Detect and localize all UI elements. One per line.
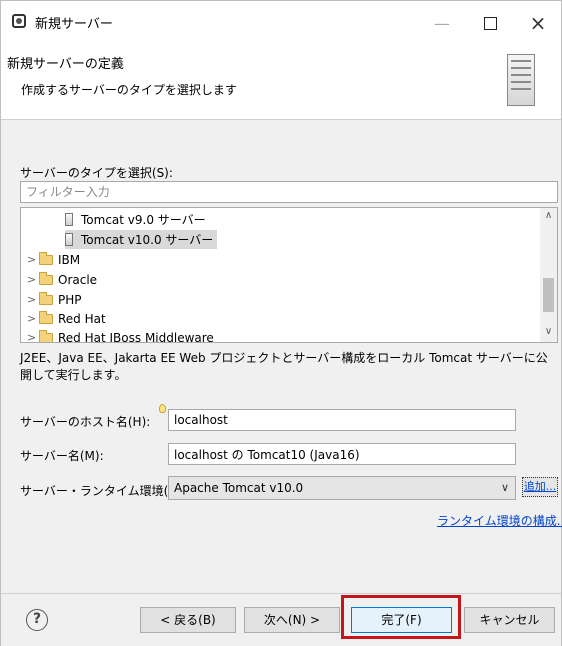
tree-item-red-hat-jboss[interactable]: > Red Hat JBoss Middleware [27, 328, 214, 343]
tree-item-label: Tomcat v9.0 サーバー [81, 213, 206, 227]
server-banner-icon [507, 54, 535, 106]
tree-scrollbar[interactable]: ∧ ∨ [540, 208, 557, 342]
chevron-right-icon[interactable]: > [27, 273, 39, 286]
tree-item-oracle[interactable]: > Oracle [27, 270, 97, 289]
filter-input[interactable] [20, 181, 558, 203]
add-runtime-button[interactable]: 追加... [522, 477, 558, 497]
folder-icon [39, 271, 53, 285]
maximize-icon [483, 16, 497, 30]
tree-item-label: Red Hat JBoss Middleware [58, 330, 214, 343]
maximize-button[interactable] [467, 1, 513, 45]
tree-item-ibm[interactable]: > IBM [27, 250, 80, 269]
server-name-label: サーバー名(M): [20, 449, 104, 463]
wizard-header: 新規サーバーの定義 作成するサーバーのタイプを選択します [1, 45, 561, 120]
server-type-label: サーバーのタイプを選択(S): [20, 166, 173, 180]
chevron-right-icon[interactable]: > [27, 331, 39, 342]
folder-icon [39, 251, 53, 265]
tree-item-php[interactable]: > PHP [27, 290, 82, 309]
runtime-env-select[interactable]: Apache Tomcat v10.0 ∨ [168, 476, 516, 500]
close-button[interactable]: × [515, 1, 561, 45]
tree-item-red-hat[interactable]: > Red Hat [27, 309, 106, 328]
chevron-down-icon: ∨ [500, 481, 509, 494]
server-name-input[interactable] [168, 443, 516, 465]
tree-item-label: Tomcat v10.0 サーバー [81, 233, 214, 247]
runtime-env-value: Apache Tomcat v10.0 [174, 481, 304, 495]
tree-item-label: IBM [58, 252, 81, 267]
back-button[interactable]: < 戻る(B) [140, 607, 236, 633]
host-name-label: サーバーのホスト名(H): [20, 415, 151, 429]
scroll-thumb[interactable] [543, 278, 554, 312]
title-bar: 新規サーバー — × [1, 1, 561, 45]
tree-item-label: Oracle [58, 272, 98, 287]
server-type-description: J2EE、Java EE、Jakarta EE Web プロジェクトとサーバー構… [20, 351, 548, 382]
server-icon [65, 233, 73, 246]
host-name-input[interactable] [168, 409, 516, 431]
chevron-right-icon[interactable]: > [27, 312, 39, 325]
help-icon[interactable]: ? [26, 609, 48, 631]
chevron-right-icon[interactable]: > [27, 253, 39, 266]
folder-icon [39, 291, 53, 305]
wizard-title: 新規サーバーの定義 [7, 57, 124, 72]
scroll-down-icon[interactable]: ∨ [540, 326, 557, 340]
eclipse-icon [12, 14, 26, 28]
cancel-button[interactable]: キャンセル [464, 607, 555, 633]
tree-item-tomcat-v9[interactable]: Tomcat v9.0 サーバー [65, 210, 206, 229]
tree-item-label: Red Hat [58, 311, 106, 326]
new-server-dialog: 新規サーバー — × 新規サーバーの定義 作成するサーバーのタイプを選択します … [0, 0, 562, 646]
folder-icon [39, 329, 53, 342]
content-assist-icon [159, 404, 166, 413]
next-button[interactable]: 次へ(N) > [244, 607, 340, 633]
runtime-env-label: サーバー・ランタイム環境(R): [20, 484, 186, 498]
chevron-right-icon[interactable]: > [27, 293, 39, 306]
folder-icon [39, 310, 53, 324]
wizard-description: 作成するサーバーのタイプを選択します [21, 83, 237, 97]
tree-item-label: PHP [58, 292, 82, 307]
configure-runtime-link[interactable]: ランタイム環境の構成... [437, 512, 562, 529]
finish-highlight-frame [341, 595, 461, 639]
minimize-button[interactable]: — [419, 1, 465, 45]
tree-item-tomcat-v10[interactable]: Tomcat v10.0 サーバー [65, 230, 218, 249]
server-type-tree[interactable]: Tomcat v9.0 サーバー Tomcat v10.0 サーバー > IBM… [20, 207, 558, 343]
window-title: 新規サーバー [35, 17, 113, 32]
server-icon [65, 213, 73, 226]
scroll-up-icon[interactable]: ∧ [540, 210, 557, 224]
